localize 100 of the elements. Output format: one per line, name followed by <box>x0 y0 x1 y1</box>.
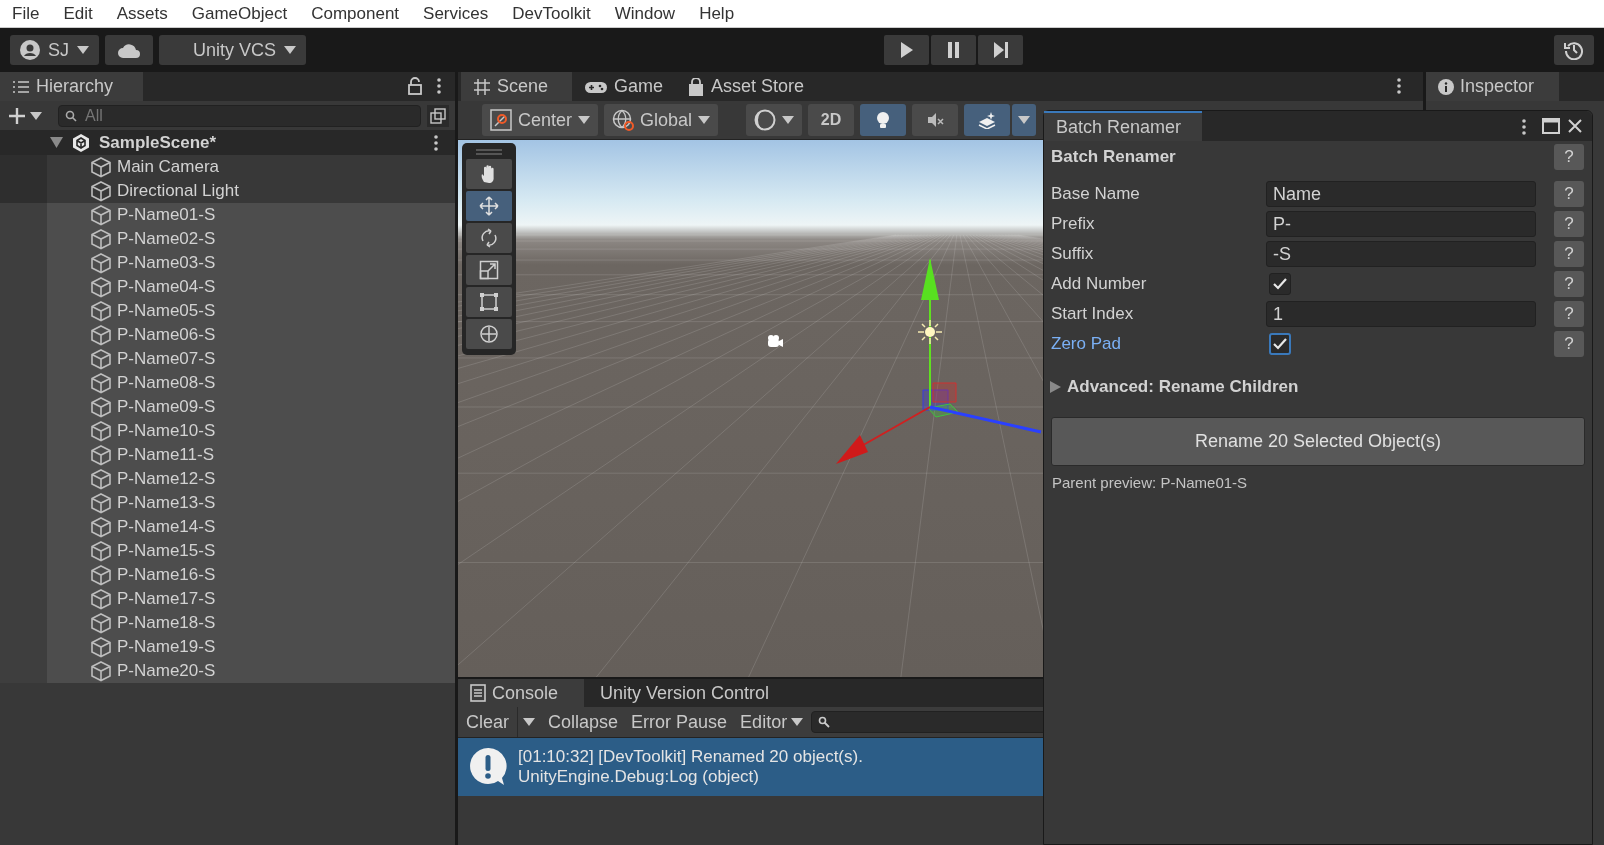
tab[interactable]: Asset Store <box>675 72 817 101</box>
caret-icon <box>1018 116 1031 124</box>
menu-item[interactable]: File <box>0 0 52 27</box>
tool-button[interactable] <box>466 255 512 285</box>
help-button[interactable]: ? <box>1554 331 1584 357</box>
step-icon <box>991 41 1010 59</box>
hierarchy-item[interactable]: P-Name12-S <box>0 467 455 491</box>
text-field[interactable]: 1 <box>1266 301 1536 327</box>
cube-icon <box>91 564 111 586</box>
text-field[interactable]: P- <box>1266 211 1536 237</box>
menu-item[interactable]: Services <box>411 0 501 27</box>
hierarchy-item[interactable]: P-Name07-S <box>0 347 455 371</box>
search-icon <box>818 716 831 728</box>
layers-icon <box>978 111 997 129</box>
camera-icon[interactable] <box>768 335 783 347</box>
cube-icon <box>91 156 111 178</box>
hierarchy-item[interactable]: P-Name01-S <box>0 203 455 227</box>
scene-toggle[interactable] <box>860 104 907 136</box>
hierarchy-item[interactable]: P-Name09-S <box>0 395 455 419</box>
hierarchy-item[interactable]: P-Name19-S <box>0 635 455 659</box>
hierarchy-item[interactable]: P-Name14-S <box>0 515 455 539</box>
pivot-dropdown[interactable]: Center <box>482 104 599 136</box>
check-icon <box>1273 338 1287 350</box>
help-button[interactable]: ? <box>1554 181 1584 207</box>
help-button[interactable]: ? <box>1554 211 1584 237</box>
move-icon <box>479 196 499 216</box>
step-button[interactable] <box>978 35 1024 65</box>
hierarchy-item[interactable]: P-Name20-S <box>0 659 455 683</box>
hierarchy-item[interactable]: P-Name04-S <box>0 275 455 299</box>
account-button[interactable]: SJ <box>10 35 99 65</box>
tool-button[interactable] <box>466 223 512 253</box>
text-field[interactable]: -S <box>1266 241 1536 267</box>
hierarchy-item[interactable]: P-Name13-S <box>0 491 455 515</box>
more-options-icon <box>437 78 441 94</box>
help-button[interactable]: ? <box>1554 271 1584 297</box>
cube-icon <box>91 324 111 346</box>
sphere-icon <box>754 109 777 131</box>
expand-arrow-icon[interactable] <box>50 137 63 148</box>
version-control-button[interactable]: Unity VCS <box>159 35 307 65</box>
tool-button[interactable] <box>466 287 512 317</box>
inspector-tab[interactable]: Inspector <box>1426 72 1559 101</box>
tool-button[interactable] <box>466 319 512 349</box>
menu-item[interactable]: Window <box>602 0 688 27</box>
search-field[interactable]: All <box>58 104 421 127</box>
scene-toggle[interactable] <box>912 104 959 136</box>
text-field[interactable]: Name <box>1266 181 1536 207</box>
shading-dropdown[interactable] <box>746 104 803 136</box>
foldout-label[interactable]: Advanced: Rename Children <box>1067 374 1299 400</box>
help-button[interactable]: ? <box>1554 301 1584 327</box>
view-2d-toggle[interactable]: 2D <box>808 104 855 136</box>
tool-button[interactable] <box>466 191 512 221</box>
pivot-icon <box>490 109 512 131</box>
hierarchy-item[interactable]: P-Name03-S <box>0 251 455 275</box>
menu-item[interactable]: Edit <box>51 0 105 27</box>
cloud-button[interactable] <box>105 35 153 65</box>
tool-button[interactable] <box>466 159 512 189</box>
light-icon[interactable] <box>917 319 943 345</box>
drag-handle[interactable] <box>476 149 502 155</box>
foldout-arrow-icon[interactable] <box>1050 381 1061 393</box>
help-button[interactable]: ? <box>1554 144 1584 170</box>
checkbox[interactable] <box>1269 333 1291 355</box>
tab[interactable]: Unity Version Control <box>584 679 782 707</box>
space-dropdown[interactable]: Global <box>604 104 719 136</box>
tab[interactable]: Console <box>458 679 584 707</box>
field-label: Zero Pad <box>1050 333 1122 356</box>
hierarchy-tab[interactable]: Hierarchy <box>0 72 143 101</box>
history-button[interactable] <box>1554 35 1594 65</box>
hierarchy-item[interactable]: P-Name06-S <box>0 323 455 347</box>
scene-toggle[interactable] <box>964 104 1011 136</box>
checkbox[interactable] <box>1269 273 1291 295</box>
field-label: Add Number <box>1050 273 1148 296</box>
rename-button[interactable]: Rename 20 Selected Object(s) <box>1051 417 1585 466</box>
effects-dropdown[interactable] <box>1012 104 1037 136</box>
maximize-icon[interactable] <box>1542 118 1560 134</box>
hierarchy-item[interactable]: P-Name10-S <box>0 419 455 443</box>
hierarchy-item[interactable]: P-Name02-S <box>0 227 455 251</box>
hierarchy-item[interactable]: P-Name11-S <box>0 443 455 467</box>
expand-button[interactable] <box>427 104 449 127</box>
tab[interactable]: Game <box>572 72 676 101</box>
menu-item[interactable]: Help <box>687 0 747 27</box>
pause-button[interactable] <box>931 35 977 65</box>
hierarchy-item[interactable]: P-Name18-S <box>0 611 455 635</box>
hierarchy-item[interactable]: P-Name08-S <box>0 371 455 395</box>
cloud-icon <box>117 42 141 58</box>
close-icon[interactable] <box>1568 119 1582 133</box>
menu-item[interactable]: Assets <box>104 0 180 27</box>
hierarchy-item[interactable]: P-Name05-S <box>0 299 455 323</box>
hierarchy-item[interactable]: P-Name17-S <box>0 587 455 611</box>
cube-icon <box>91 276 111 298</box>
menu-item[interactable]: GameObject <box>179 0 300 27</box>
menu-item[interactable]: DevToolkit <box>500 0 603 27</box>
menu-item[interactable]: Component <box>299 0 412 27</box>
help-button[interactable]: ? <box>1554 241 1584 267</box>
log-message: [01:10:32] [DevToolkit] Renamed 20 object(s). <box>518 746 863 767</box>
window-tab[interactable]: Batch Renamer <box>1044 111 1202 141</box>
panel-heading: Batch Renamer <box>1050 146 1176 169</box>
tab[interactable]: Scene <box>461 72 572 101</box>
hierarchy-item[interactable]: P-Name15-S <box>0 539 455 563</box>
play-button[interactable] <box>884 35 930 65</box>
hierarchy-item[interactable]: P-Name16-S <box>0 563 455 587</box>
